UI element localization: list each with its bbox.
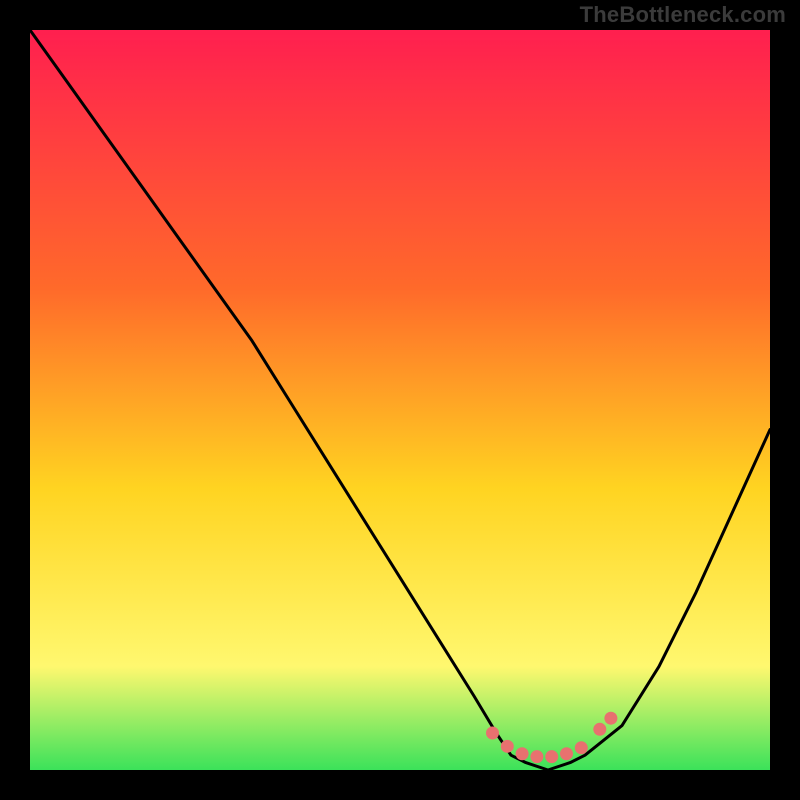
curve-marker xyxy=(486,727,499,740)
curve-marker xyxy=(516,747,529,760)
bottleneck-chart xyxy=(0,0,800,800)
chart-frame: TheBottleneck.com xyxy=(0,0,800,800)
curve-marker xyxy=(560,747,573,760)
curve-marker xyxy=(575,741,588,754)
plot-background xyxy=(30,30,770,770)
curve-marker xyxy=(501,740,514,753)
curve-marker xyxy=(593,723,606,736)
curve-marker xyxy=(530,750,543,763)
watermark-text: TheBottleneck.com xyxy=(580,2,786,28)
curve-marker xyxy=(545,750,558,763)
curve-marker xyxy=(604,712,617,725)
